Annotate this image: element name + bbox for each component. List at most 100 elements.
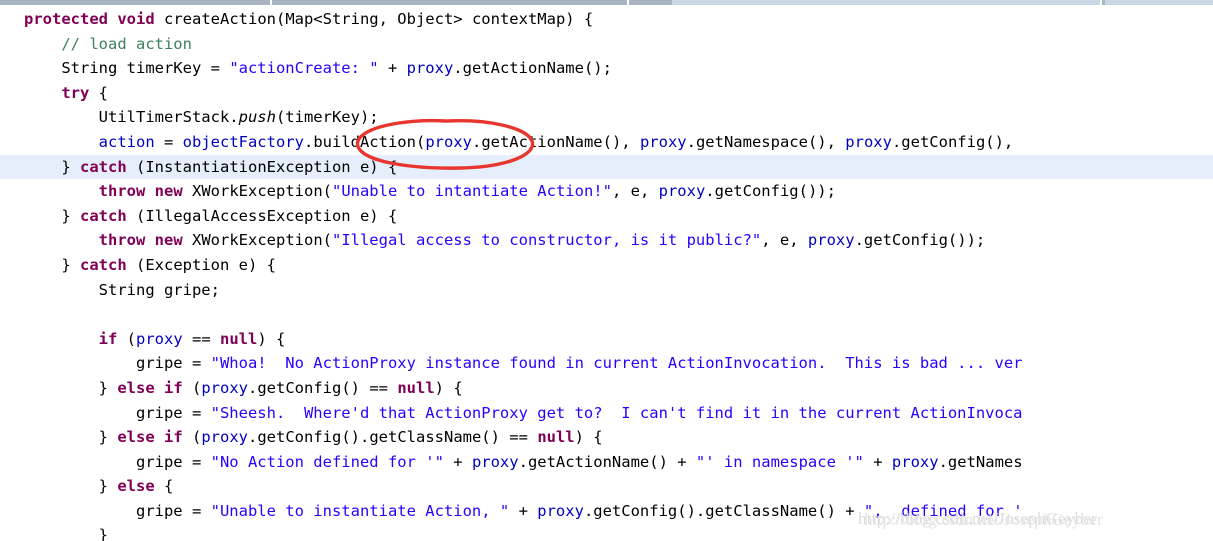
code-token-fld: proxy bbox=[425, 132, 472, 151]
code-line[interactable]: throw new XWorkException("Unable to inta… bbox=[0, 179, 1213, 204]
code-token-pln: .getConfig(), bbox=[891, 132, 1014, 151]
code-token-pln: .getNames bbox=[938, 452, 1023, 471]
code-token-pln bbox=[24, 35, 61, 53]
code-line[interactable]: protected void createAction(Map<String, … bbox=[0, 7, 1213, 32]
code-token-str: "Illegal access to constructor, is it pu… bbox=[331, 231, 762, 250]
code-token-pln: gripe = bbox=[24, 501, 211, 520]
code-line[interactable]: // load action bbox=[0, 32, 1213, 57]
code-token-fld: proxy bbox=[136, 329, 183, 348]
code-line[interactable]: String gripe; bbox=[0, 278, 1213, 303]
code-line[interactable]: gripe = "No Action defined for '" + prox… bbox=[0, 450, 1213, 475]
code-token-pln bbox=[24, 182, 99, 200]
code-token-fld: proxy bbox=[201, 428, 249, 447]
code-token-str: "' in namespace '" bbox=[695, 452, 864, 471]
code-token-pln bbox=[155, 379, 164, 397]
code-token-pln: ( bbox=[182, 378, 202, 397]
code-token-kw: if bbox=[164, 428, 183, 447]
code-token-str: "No Action defined for '" bbox=[210, 452, 444, 471]
code-token-fld: proxy bbox=[845, 132, 892, 151]
code-token-kw: protected bbox=[24, 10, 108, 28]
code-lines-container: protected void createAction(Map<String, … bbox=[0, 5, 1213, 541]
code-line[interactable]: } catch (InstantiationException e) { bbox=[0, 154, 1213, 180]
code-token-pln: } bbox=[24, 206, 80, 225]
code-token-kw: else bbox=[117, 378, 155, 397]
code-token-pln: ( bbox=[182, 428, 202, 447]
code-token-kw: if bbox=[164, 378, 183, 397]
code-token-kw: new bbox=[154, 182, 183, 201]
code-token-kw: catch bbox=[80, 206, 127, 225]
code-token-cmt: // load action bbox=[61, 34, 192, 53]
code-line[interactable]: } else if (proxy.getConfig().getClassNam… bbox=[0, 425, 1213, 450]
code-token-pln: } bbox=[24, 157, 80, 176]
code-token-pln: + bbox=[863, 452, 892, 471]
code-token-fld: action bbox=[98, 132, 155, 151]
code-line[interactable]: } bbox=[0, 523, 1213, 541]
code-line[interactable]: throw new XWorkException("Illegal access… bbox=[0, 228, 1213, 253]
code-token-pln: } bbox=[24, 428, 118, 447]
code-line[interactable]: gripe = "Sheesh. Where'd that ActionProx… bbox=[0, 401, 1213, 426]
code-token-kw: new bbox=[154, 231, 183, 250]
code-token-pln: .getConfig().getClassName() + bbox=[583, 501, 864, 520]
code-token-pln: } bbox=[24, 378, 118, 397]
code-editor-area[interactable]: protected void createAction(Map<String, … bbox=[0, 5, 1213, 541]
code-line[interactable]: } catch (Exception e) { bbox=[0, 253, 1213, 278]
code-token-pln: ) { bbox=[574, 428, 603, 447]
code-token-kw: null bbox=[220, 329, 258, 348]
code-token-pln: createAction(Map<String, Object> context… bbox=[154, 10, 594, 28]
code-token-pln: + bbox=[378, 59, 407, 78]
code-token-pln: XWorkException( bbox=[182, 182, 332, 201]
code-token-fld: proxy bbox=[891, 452, 939, 471]
code-token-fld: proxy bbox=[639, 132, 687, 151]
code-token-pln: ) { bbox=[434, 378, 463, 397]
code-token-kw: null bbox=[397, 378, 435, 397]
code-token-str: "Unable to instantiate Action, " bbox=[210, 501, 510, 520]
code-token-pln: gripe = bbox=[24, 403, 211, 422]
code-token-kw: null bbox=[537, 428, 575, 447]
code-token-pln: ( bbox=[117, 329, 136, 348]
code-line[interactable]: if (proxy == null) { bbox=[0, 327, 1213, 352]
code-token-pln bbox=[145, 182, 154, 200]
code-line[interactable]: action = objectFactory.buildAction(proxy… bbox=[0, 130, 1213, 155]
code-token-pln: (IllegalAccessException e) { bbox=[126, 206, 398, 225]
code-token-pln: .buildAction( bbox=[303, 132, 426, 151]
code-token-kw: throw bbox=[98, 182, 146, 201]
code-token-fld: objectFactory bbox=[182, 132, 304, 151]
code-token-str: "actionCreate: " bbox=[229, 59, 379, 78]
code-line[interactable]: gripe = "Unable to instantiate Action, "… bbox=[0, 499, 1213, 524]
code-token-sta: push bbox=[238, 108, 276, 127]
code-token-str: "Unable to intantiate Action!" bbox=[331, 182, 612, 201]
code-token-pln: ) { bbox=[257, 329, 286, 348]
code-token-pln bbox=[24, 231, 99, 249]
code-token-pln: .getConfig()); bbox=[705, 182, 836, 201]
code-token-kw: catch bbox=[80, 157, 127, 176]
code-token-str: "Sheesh. Where'd that ActionProxy get to… bbox=[210, 403, 1023, 422]
code-token-pln: == bbox=[182, 329, 220, 348]
code-token-kw: void bbox=[117, 10, 155, 28]
code-line[interactable]: } catch (IllegalAccessException e) { bbox=[0, 204, 1213, 229]
code-token-pln: .getConfig() == bbox=[248, 378, 398, 397]
code-line[interactable]: gripe = "Whoa! No ActionProxy instance f… bbox=[0, 351, 1213, 376]
code-token-pln: { bbox=[89, 83, 108, 102]
code-token-fld: proxy bbox=[658, 182, 706, 201]
code-token-kw: try bbox=[61, 83, 90, 102]
code-token-pln: .getActionName(); bbox=[453, 59, 612, 78]
code-token-pln: = bbox=[154, 132, 183, 151]
code-line[interactable]: } else { bbox=[0, 474, 1213, 499]
code-token-str: ", defined for ' bbox=[863, 501, 1023, 520]
code-token-fld: proxy bbox=[537, 501, 584, 520]
code-token-pln: String gripe; bbox=[24, 280, 220, 299]
code-line[interactable]: try { bbox=[0, 81, 1213, 106]
code-token-pln: { bbox=[154, 477, 174, 496]
code-token-pln bbox=[24, 133, 99, 151]
code-token-fld: proxy bbox=[471, 452, 519, 471]
code-token-kw: else bbox=[117, 428, 155, 447]
code-token-pln: XWorkException( bbox=[182, 231, 332, 250]
code-line[interactable]: } else if (proxy.getConfig() == null) { bbox=[0, 376, 1213, 401]
code-token-kw: else bbox=[117, 477, 155, 496]
code-token-pln: } bbox=[24, 526, 108, 541]
code-token-pln: .getActionName(), bbox=[471, 132, 640, 151]
code-line[interactable]: UtilTimerStack.push(timerKey); bbox=[0, 105, 1213, 130]
code-line[interactable]: String timerKey = "actionCreate: " + pro… bbox=[0, 56, 1213, 81]
code-line[interactable] bbox=[0, 302, 1213, 327]
code-token-pln: } bbox=[24, 255, 80, 274]
